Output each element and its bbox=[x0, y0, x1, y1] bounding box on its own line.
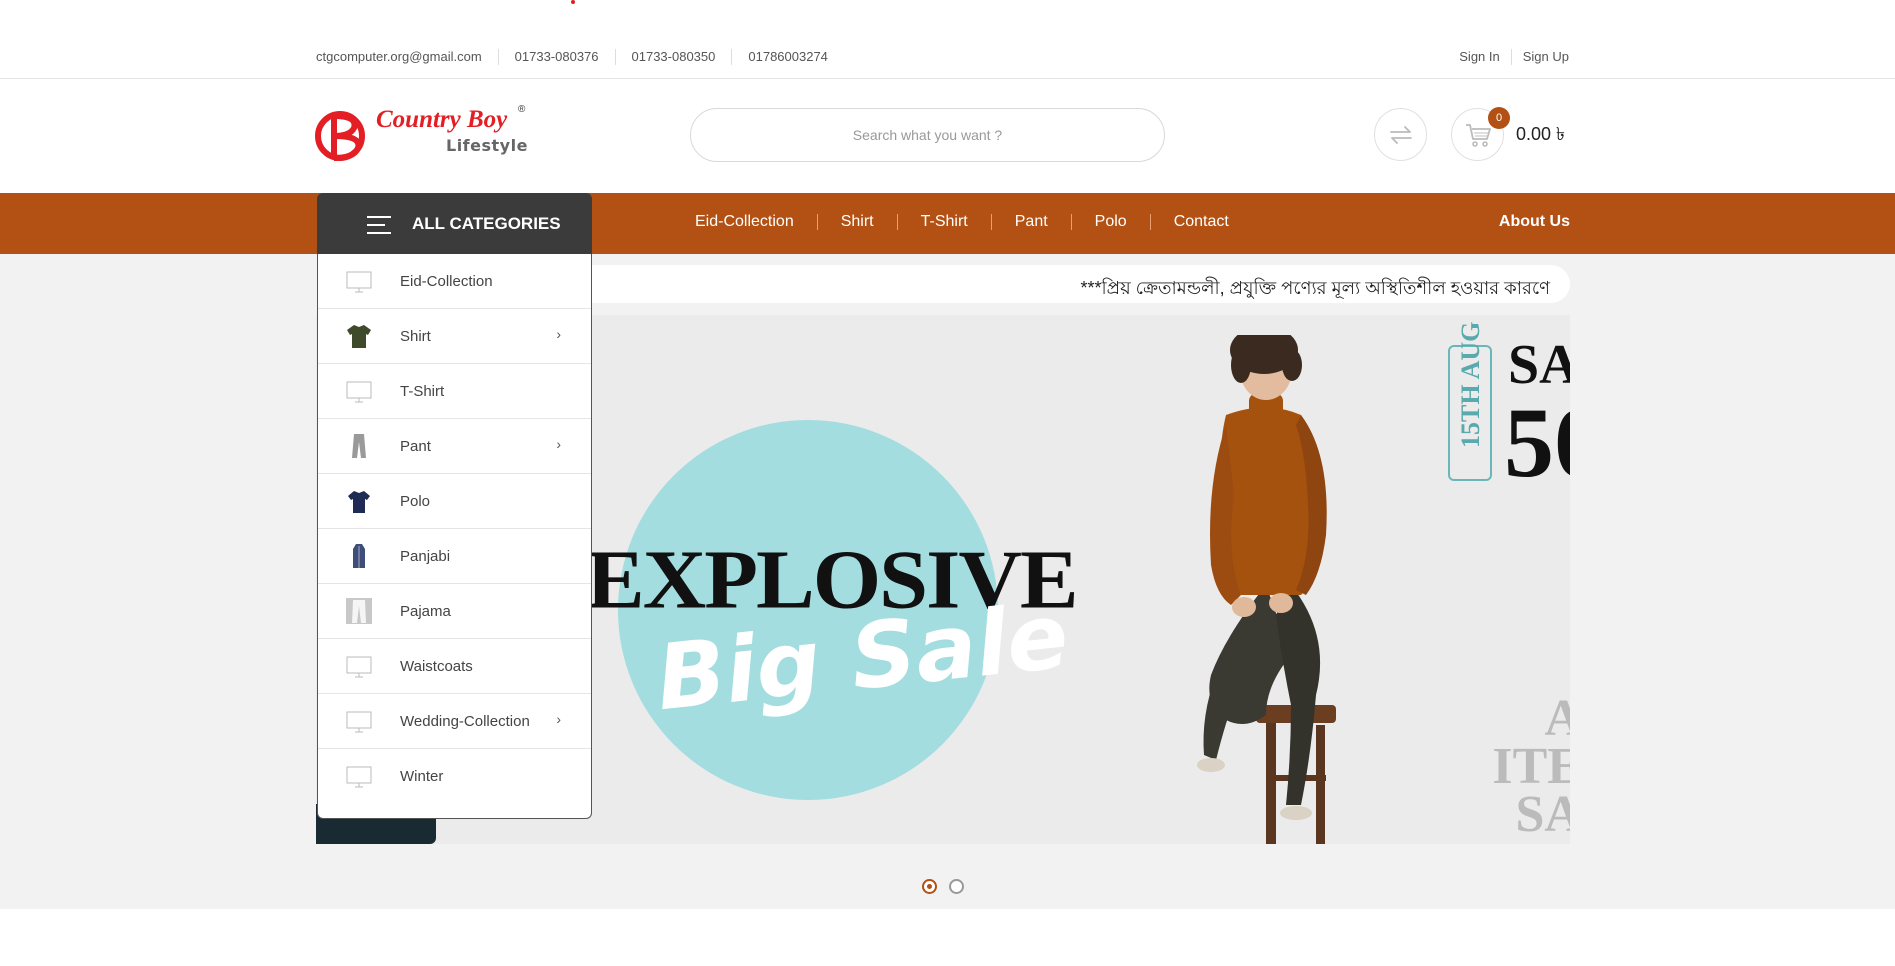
chevron-right-icon: › bbox=[556, 436, 561, 452]
search-bar bbox=[690, 108, 1165, 162]
contact-info: ctgcomputer.org@gmail.com 01733-080376 0… bbox=[316, 49, 844, 65]
top-bar: ctgcomputer.org@gmail.com 01733-080376 0… bbox=[0, 36, 1895, 79]
logo-monogram-icon bbox=[315, 111, 365, 161]
category-item-winter[interactable]: Winter bbox=[318, 749, 591, 804]
banner-side-words: A ITE SA bbox=[1482, 690, 1570, 843]
all-categories-toggle[interactable]: ALL CATEGORIES bbox=[317, 193, 592, 254]
banner-model-image bbox=[1197, 335, 1336, 844]
category-label: Pant bbox=[400, 438, 431, 455]
banner-percent: 50 bbox=[1504, 387, 1570, 498]
category-item-pant[interactable]: Pant › bbox=[318, 419, 591, 474]
category-label: Polo bbox=[400, 493, 431, 510]
logo-subtitle: Lifestyle bbox=[446, 136, 528, 155]
category-item-polo[interactable]: Polo bbox=[318, 474, 591, 529]
nav-link-pant[interactable]: Pant bbox=[990, 214, 1071, 230]
category-label: Eid-Collection bbox=[400, 273, 493, 290]
pajama-icon bbox=[346, 598, 372, 624]
sign-in-link[interactable]: Sign In bbox=[1459, 49, 1512, 65]
cart-total[interactable]: 0.00 ৳ bbox=[1516, 120, 1565, 151]
slider-dot-1[interactable] bbox=[922, 879, 937, 894]
category-item-waistcoats[interactable]: Waistcoats bbox=[318, 639, 591, 694]
nav-link-shirt[interactable]: Shirt bbox=[816, 214, 897, 230]
all-categories-label: ALL CATEGORIES bbox=[412, 214, 561, 233]
category-label: Shirt bbox=[400, 328, 431, 345]
category-menu: Eid-Collection Shirt › T-Shirt Pant › Po… bbox=[317, 254, 592, 819]
category-label: Pajama bbox=[400, 603, 451, 620]
contact-email[interactable]: ctgcomputer.org@gmail.com bbox=[316, 49, 498, 65]
category-label: Waistcoats bbox=[400, 658, 473, 675]
category-label: T-Shirt bbox=[400, 383, 445, 400]
compare-arrows-icon bbox=[1389, 125, 1412, 144]
banner-date: 15TH AUG bbox=[1456, 321, 1485, 448]
monitor-icon bbox=[346, 656, 372, 678]
chevron-right-icon: › bbox=[556, 326, 561, 342]
shirt-icon bbox=[347, 325, 371, 348]
category-item-panjabi[interactable]: Panjabi bbox=[318, 529, 591, 584]
hamburger-icon bbox=[367, 216, 391, 234]
nav-link-polo[interactable]: Polo bbox=[1070, 214, 1150, 230]
nav-link-t-shirt[interactable]: T-Shirt bbox=[896, 214, 991, 230]
contact-phone-3[interactable]: 01786003274 bbox=[731, 49, 844, 65]
monitor-icon bbox=[346, 711, 372, 733]
monitor-icon bbox=[346, 766, 372, 788]
cart-icon bbox=[1465, 123, 1491, 147]
slider-dot-2[interactable] bbox=[949, 879, 964, 894]
category-item-pajama[interactable]: Pajama bbox=[318, 584, 591, 639]
auth-links: Sign In Sign Up bbox=[1459, 49, 1569, 65]
nav-links: Eid-Collection Shirt T-Shirt Pant Polo C… bbox=[695, 214, 1252, 230]
sign-up-link[interactable]: Sign Up bbox=[1512, 49, 1569, 65]
panjabi-icon bbox=[353, 544, 365, 568]
site-header: Country Boy ® Lifestyle 0 0.00 ৳ bbox=[0, 80, 1895, 193]
site-logo[interactable]: Country Boy ® Lifestyle bbox=[314, 104, 534, 164]
pant-icon bbox=[352, 434, 366, 458]
main-nav: Eid-Collection Shirt T-Shirt Pant Polo C… bbox=[0, 193, 1895, 254]
notice-text: ***প্রিয় ক্রেতামন্ডলী, প্রযুক্তি পণ্যের… bbox=[1080, 278, 1550, 298]
nav-link-contact[interactable]: Contact bbox=[1149, 214, 1252, 230]
search-input[interactable] bbox=[691, 109, 1164, 161]
polo-icon bbox=[348, 491, 370, 513]
notice-marquee: ***প্রিয় ক্রেতামন্ডলী, প্রযুক্তি পণ্যের… bbox=[560, 265, 1570, 303]
category-label: Winter bbox=[400, 768, 444, 785]
logo-brand-text: Country Boy bbox=[376, 106, 508, 133]
category-item-t-shirt[interactable]: T-Shirt bbox=[318, 364, 591, 419]
category-item-wedding-collection[interactable]: Wedding-Collection › bbox=[318, 694, 591, 749]
category-item-shirt[interactable]: Shirt › bbox=[318, 309, 591, 364]
banner-side-word: A bbox=[1544, 690, 1570, 747]
banner-side-word: SA bbox=[1515, 786, 1570, 843]
top-red-dot bbox=[571, 0, 575, 4]
compare-button[interactable] bbox=[1374, 108, 1427, 161]
monitor-icon bbox=[346, 271, 372, 293]
nav-link-eid-collection[interactable]: Eid-Collection bbox=[695, 214, 817, 230]
category-label: Panjabi bbox=[400, 548, 451, 565]
category-item-eid-collection[interactable]: Eid-Collection bbox=[318, 254, 591, 309]
chevron-right-icon: › bbox=[556, 711, 561, 727]
nav-link-about-us[interactable]: About Us bbox=[1499, 213, 1570, 231]
logo-registered-mark: ® bbox=[518, 104, 526, 115]
banner-side-word: ITE bbox=[1492, 738, 1570, 795]
cart-count-badge: 0 bbox=[1488, 107, 1510, 129]
contact-phone-1[interactable]: 01733-080376 bbox=[497, 49, 615, 65]
contact-phone-2[interactable]: 01733-080350 bbox=[614, 49, 732, 65]
category-label: Wedding-Collection bbox=[400, 713, 530, 730]
monitor-icon bbox=[346, 381, 372, 403]
